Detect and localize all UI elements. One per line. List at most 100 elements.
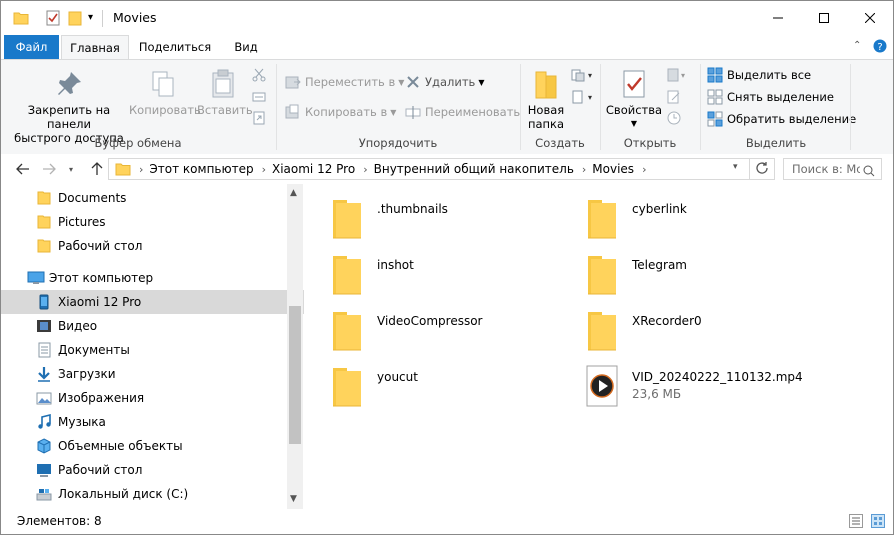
nav-item-desktop-folder[interactable]: Рабочий стол xyxy=(1,234,322,258)
tab-file[interactable]: Файл xyxy=(4,35,59,59)
up-arrow-icon xyxy=(91,162,103,175)
download-icon xyxy=(36,366,52,382)
properties-button[interactable]: Свойства ▼ xyxy=(605,68,663,131)
delete-button[interactable]: Удалить ▼ xyxy=(405,72,484,92)
nav-item-documents-lib[interactable]: Документы xyxy=(1,338,322,362)
folder-icon xyxy=(585,308,619,355)
nav-item-this-pc[interactable]: Этот компьютер xyxy=(1,266,313,290)
nav-item-desktop[interactable]: Рабочий стол xyxy=(1,458,322,482)
up-button[interactable] xyxy=(87,160,107,178)
recent-locations-button[interactable]: ▾ xyxy=(61,160,81,178)
breadcrumb-separator-icon[interactable]: › xyxy=(262,163,266,176)
back-button[interactable] xyxy=(13,160,33,178)
nav-scrollbar-thumb[interactable] xyxy=(289,306,301,444)
address-bar[interactable]: › Этот компьютер › Xiaomi 12 Pro › Внутр… xyxy=(108,158,775,180)
history-icon[interactable] xyxy=(667,111,681,128)
select-all-icon xyxy=(707,67,723,83)
search-placeholder: Поиск в: Movies xyxy=(792,162,860,176)
breadcrumb-separator-icon[interactable]: › xyxy=(582,163,586,176)
nav-item-music[interactable]: Музыка xyxy=(1,410,322,434)
paste-icon xyxy=(212,69,234,98)
properties-dropdown-icon[interactable]: ▼ xyxy=(605,117,663,131)
properties-qa-icon[interactable] xyxy=(45,10,61,28)
file-name: VideoCompressor xyxy=(377,314,483,328)
copy-button[interactable]: Копировать xyxy=(129,68,201,117)
forward-button[interactable] xyxy=(39,160,59,178)
folder-icon xyxy=(585,196,619,243)
scroll-down-icon[interactable]: ▼ xyxy=(290,494,297,504)
select-none-label: Снять выделение xyxy=(727,90,834,104)
folder-icon xyxy=(585,252,619,299)
nav-item-label: Pictures xyxy=(58,215,106,229)
file-item-video[interactable]: VID_20240222_110132.mp4 23,6 МБ xyxy=(585,364,835,412)
nav-item-pictures-lib[interactable]: Изображения xyxy=(1,386,322,410)
help-button[interactable]: ? xyxy=(873,39,887,56)
nav-item-local-disk-c[interactable]: Локальный диск (C:) xyxy=(1,482,322,506)
drive-icon xyxy=(36,486,52,502)
nav-item-3d-objects[interactable]: Объемные объекты xyxy=(1,434,322,458)
new-group: Новая папка ▾ ▾ Создать xyxy=(521,60,599,154)
folder-item-telegram[interactable]: Telegram xyxy=(585,252,835,300)
invert-selection-button[interactable]: Обратить выделение xyxy=(707,109,856,129)
scroll-up-icon[interactable]: ▲ xyxy=(290,188,297,198)
move-to-button[interactable]: Переместить в ▼ xyxy=(285,72,404,92)
folder-item-cyberlink[interactable]: cyberlink xyxy=(585,196,835,244)
address-history-dropdown-icon[interactable]: ▾ xyxy=(733,162,738,172)
close-button[interactable] xyxy=(847,1,893,35)
properties-icon xyxy=(623,70,645,98)
search-input[interactable]: Поиск в: Movies xyxy=(783,158,882,180)
breadcrumb-this-pc[interactable]: Этот компьютер xyxy=(149,162,253,176)
minimize-icon xyxy=(773,17,783,19)
folder-item-youcut[interactable]: youcut xyxy=(330,364,580,412)
copy-icon xyxy=(152,71,174,97)
new-folder-button[interactable]: Новая папка xyxy=(523,68,569,131)
pin-quick-access-button[interactable]: Закрепить на панели быстрого доступа xyxy=(7,68,131,145)
large-icons-view-button[interactable] xyxy=(871,514,885,531)
refresh-button[interactable] xyxy=(755,161,769,178)
new-folder-qa-icon[interactable] xyxy=(67,10,83,28)
folder-item-thumbnails[interactable]: .thumbnails xyxy=(330,196,580,244)
copy-to-button[interactable]: Копировать в ▼ xyxy=(285,102,396,122)
nav-item-downloads[interactable]: Загрузки xyxy=(1,362,322,386)
breadcrumb-storage[interactable]: Внутренний общий накопитель xyxy=(374,162,574,176)
breadcrumb-separator-icon[interactable]: › xyxy=(642,163,646,176)
edit-icon[interactable] xyxy=(667,90,681,107)
minimize-button[interactable] xyxy=(755,1,801,35)
folder-item-videocompressor[interactable]: VideoCompressor xyxy=(330,308,580,356)
maximize-button[interactable] xyxy=(801,1,847,35)
easy-access-icon[interactable]: ▾ xyxy=(571,90,593,107)
copy-to-icon xyxy=(285,104,301,120)
refresh-icon xyxy=(756,162,768,174)
item-count: Элементов: 8 xyxy=(17,514,102,528)
paste-button[interactable]: Вставить xyxy=(197,68,253,117)
folder-item-xrecorder0[interactable]: XRecorder0 xyxy=(585,308,835,356)
breadcrumb-separator-icon[interactable]: › xyxy=(363,163,367,176)
nav-item-documents[interactable]: Documents xyxy=(1,186,322,210)
breadcrumb-device[interactable]: Xiaomi 12 Pro xyxy=(272,162,355,176)
copy-path-icon[interactable] xyxy=(252,90,266,107)
rename-button[interactable]: Переименовать xyxy=(405,102,520,122)
nav-item-video[interactable]: Видео xyxy=(1,314,322,338)
desktop-icon xyxy=(36,462,52,478)
select-all-button[interactable]: Выделить все xyxy=(707,65,811,85)
cut-icon[interactable] xyxy=(252,68,266,85)
tab-home[interactable]: Главная xyxy=(61,35,129,59)
paste-shortcut-icon[interactable] xyxy=(252,111,266,128)
breadcrumb-movies[interactable]: Movies xyxy=(592,162,634,176)
details-view-button[interactable] xyxy=(849,514,863,531)
nav-item-xiaomi-12-pro[interactable]: Xiaomi 12 Pro xyxy=(1,290,322,314)
tab-share[interactable]: Поделиться xyxy=(135,35,215,59)
collapse-ribbon-icon[interactable]: ⌃ xyxy=(853,40,861,51)
new-item-icon[interactable]: ▾ xyxy=(571,68,593,85)
nav-item-pictures[interactable]: Pictures xyxy=(1,210,322,234)
tab-view[interactable]: Вид xyxy=(227,35,265,59)
forward-arrow-icon xyxy=(43,163,56,175)
folder-icon xyxy=(330,252,364,299)
customize-qa-dropdown-icon[interactable]: ▾ xyxy=(88,12,93,30)
navigation-pane: Documents Pictures Рабочий стол Этот ком… xyxy=(1,184,322,509)
breadcrumb-separator-icon[interactable]: › xyxy=(139,163,143,176)
clipboard-group-label: Буфер обмена xyxy=(94,136,182,150)
select-none-button[interactable]: Снять выделение xyxy=(707,87,834,107)
open-icon[interactable]: ▾ xyxy=(667,68,687,85)
folder-item-inshot[interactable]: inshot xyxy=(330,252,580,300)
